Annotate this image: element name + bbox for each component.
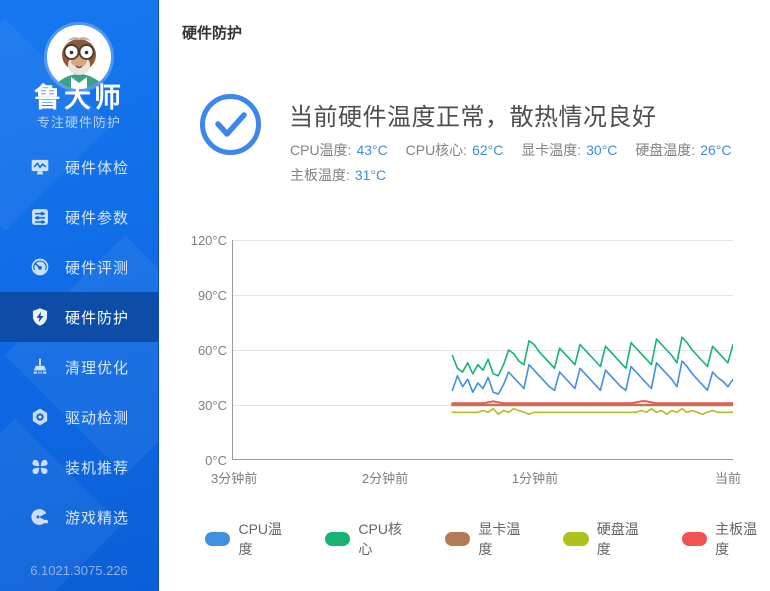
legend-item-cpu-temp: CPU温度 (205, 519, 295, 559)
sidebar-item-label: 清理优化 (65, 359, 130, 377)
gauge-icon (30, 257, 50, 277)
x-axis-tick: 1分钟前 (511, 471, 559, 486)
monitor-pulse-icon (30, 157, 50, 177)
legend-item-board-temp: 主板温度 (681, 519, 770, 559)
sidebar-item-driver-detect[interactable]: 驱动检测 (0, 392, 158, 442)
sidebar-item-label: 硬件评测 (65, 259, 130, 277)
y-axis-tick: 0°C (205, 453, 227, 468)
metric-board-temp: 主板温度: 31°C (290, 167, 387, 183)
nut-icon (30, 407, 50, 427)
sidebar-item-hardware-benchmark[interactable]: 硬件评测 (0, 242, 158, 292)
metrics-row-2: 主板温度: 31°C (290, 163, 745, 188)
sliders-icon (30, 207, 50, 227)
app-name: 鲁大师 (34, 83, 124, 113)
sidebar-item-label: 游戏精选 (65, 509, 130, 527)
status-headline: 当前硬件温度正常，散热情况良好 (289, 104, 657, 131)
y-axis-tick: 30°C (197, 398, 227, 413)
legend-item-gpu-temp: 显卡温度 (444, 519, 533, 559)
main-content: 硬件防护 当前硬件温度正常，散热情况良好 CPU温度: 43°C CPU核心: 62… (159, 0, 770, 591)
sidebar-item-game-featured[interactable]: 游戏精选 (0, 492, 158, 542)
metrics-row-1: CPU温度: 43°C CPU核心: 62°C 显卡温度: 30°C 硬盘温度: 26°… (290, 138, 745, 163)
y-axis-tick: 60°C (197, 343, 227, 358)
sidebar-item-cleanup-optimize[interactable]: 清理优化 (0, 342, 158, 392)
sidebar-item-label: 装机推荐 (65, 459, 130, 477)
x-axis-tick: 当前 (714, 471, 741, 486)
sidebar-item-hardware-params[interactable]: 硬件参数 (0, 192, 158, 242)
legend-swatch-cpu-temp (205, 532, 231, 546)
temperature-line-chart (232, 240, 733, 460)
sidebar: 鲁大师 专注硬件防护 硬件体检 硬件参数 硬件评测 硬件防护 清理优化 驱动检测… (0, 0, 159, 591)
legend-item-cpu-core: CPU核心 (324, 519, 415, 559)
metric-cpu-temp: CPU温度: 43°C (290, 142, 388, 158)
sidebar-item-hardware-protection[interactable]: 硬件防护 (0, 292, 158, 342)
app-version: 6.1021.3075.226 (30, 563, 128, 578)
pacman-icon (30, 507, 50, 527)
status-ok-check-icon (199, 93, 262, 156)
metric-gpu-temp: 显卡温度: 30°C (521, 142, 618, 158)
x-axis-tick: 3分钟前 (211, 471, 258, 486)
app-window: 鲁大师 专注硬件防护 硬件体检 硬件参数 硬件评测 硬件防护 清理优化 驱动检测… (0, 0, 770, 591)
broom-icon (30, 357, 50, 377)
legend-swatch-board-temp (681, 532, 708, 546)
y-axis-tick: 90°C (197, 288, 227, 303)
y-axis-tick: 120°C (190, 233, 227, 248)
sidebar-item-label: 硬件参数 (65, 209, 130, 227)
metric-disk-temp: 硬盘温度: 26°C (635, 142, 732, 158)
legend-swatch-cpu-core (324, 532, 351, 546)
page-title: 硬件防护 (182, 25, 243, 42)
shield-bolt-icon (30, 307, 50, 327)
chart-legend: CPU温度 CPU核心 显卡温度 硬盘温度 主板温度 (205, 519, 770, 559)
legend-item-disk-temp: 硬盘温度 (563, 519, 651, 559)
app-tagline: 专注硬件防护 (36, 115, 121, 130)
sidebar-item-hardware-exam[interactable]: 硬件体检 (0, 142, 158, 192)
metric-cpu-core: CPU核心: 62°C (405, 142, 504, 158)
sidebar-menu: 硬件体检 硬件参数 硬件评测 硬件防护 清理优化 驱动检测 装机推荐 游戏精选 (0, 142, 158, 542)
legend-swatch-gpu-temp (444, 532, 471, 546)
clover-icon (30, 457, 50, 477)
sidebar-item-build-recommend[interactable]: 装机推荐 (0, 442, 158, 492)
sidebar-item-label: 硬件体检 (65, 159, 130, 177)
temperature-metrics: CPU温度: 43°C CPU核心: 62°C 显卡温度: 30°C 硬盘温度: 26°… (290, 138, 745, 188)
sidebar-item-label: 驱动检测 (65, 409, 130, 427)
x-axis-tick: 2分钟前 (361, 471, 409, 486)
legend-swatch-disk-temp (563, 532, 589, 546)
sidebar-item-label: 硬件防护 (65, 309, 130, 327)
